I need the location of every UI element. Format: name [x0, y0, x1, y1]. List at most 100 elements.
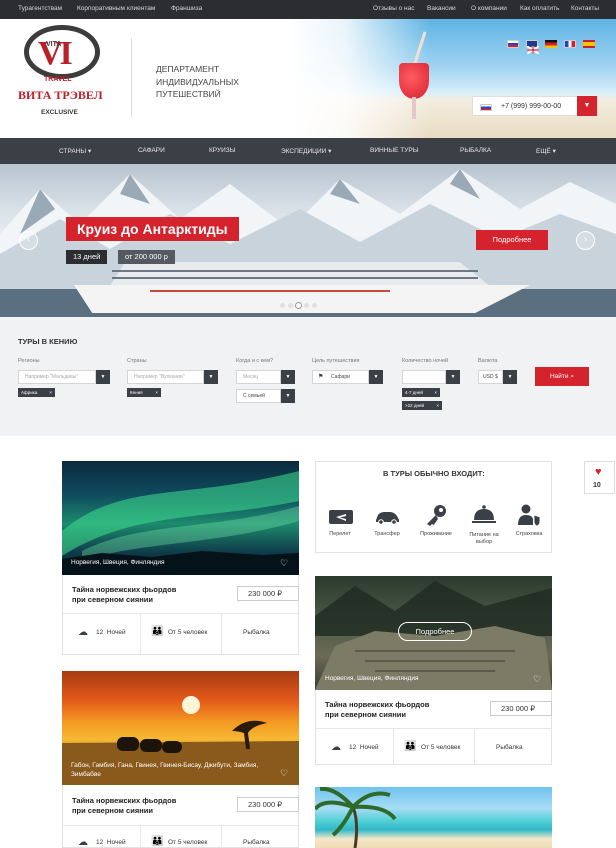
phone-flag-ru-icon	[480, 104, 492, 111]
topbar-link-corporate[interactable]: Корпоративным клиентам	[77, 5, 155, 12]
key-icon	[424, 503, 450, 526]
tour-nights: 12 Ночей	[349, 744, 379, 751]
tagline-line: ПУТЕШЕСТВИЙ	[156, 89, 221, 99]
card-divider	[63, 613, 298, 614]
nav-item-expeditions[interactable]: ЭКСПЕДИЦИИ ▾	[281, 147, 331, 155]
nav-item-more[interactable]: ЕЩЁ ▾	[536, 147, 556, 155]
currency-select[interactable]: USD $	[478, 370, 503, 384]
regions-input[interactable]: Например "Мальдивы"	[18, 370, 96, 384]
tour-title-line: при северном сиянии	[325, 710, 406, 719]
banner-details-button[interactable]: Подробнее	[476, 230, 548, 250]
cocktail-glass	[399, 63, 429, 99]
palm-graphic	[315, 787, 397, 848]
topbar-link-payment[interactable]: Как оплатить	[520, 5, 559, 12]
heart-icon: ♥	[595, 466, 602, 478]
tour-nights: 12 Ночей	[96, 839, 126, 846]
traveler-icon: ☁	[331, 742, 341, 753]
tour-title[interactable]: Тайна норвежских фьордов при северном сия…	[72, 796, 176, 816]
nav-item-safari[interactable]: САФАРИ	[138, 147, 165, 154]
heart-icon[interactable]: ♡	[280, 558, 290, 568]
tour-location: Норвегия, Швеция, Финляндия	[71, 559, 165, 566]
flag-ru-icon[interactable]	[507, 40, 519, 48]
tour-location: Норвегия, Швеция, Финляндия	[325, 675, 419, 682]
chevron-down-icon[interactable]: ▼	[204, 370, 218, 384]
ship-windows-row	[112, 270, 478, 272]
chevron-down-icon[interactable]: ▼	[96, 370, 110, 384]
banner-price-badge: от 200 000 р	[118, 250, 175, 264]
header-cocktail-photo	[290, 19, 616, 138]
nav-item-fishing[interactable]: РЫБАЛКА	[460, 147, 491, 154]
find-button-label: Найти	[549, 373, 569, 380]
countries-input[interactable]: Например "Вулкании"	[127, 370, 204, 384]
search-title: ТУРЫ В КЕНИЮ	[18, 337, 78, 346]
tour-title-line: Тайна норвежских фьордов	[72, 796, 177, 805]
tour-price: 230 000 ₽	[490, 701, 552, 716]
tour-details-button[interactable]: Подробнее	[398, 622, 472, 641]
topbar-link-vacancies[interactable]: Вакансии	[427, 5, 456, 12]
nights-tag-label: >22 дней	[405, 403, 425, 408]
logo-travel: TRAVEL	[44, 76, 72, 83]
people-icon: 👪	[151, 836, 164, 847]
food-cloche-icon	[471, 503, 497, 523]
region-tag[interactable]: Африка ×	[18, 388, 55, 397]
close-icon[interactable]: ×	[49, 388, 55, 397]
banner-title: Круиз до Антарктиды	[66, 217, 239, 241]
close-icon[interactable]: ×	[155, 388, 161, 397]
nights-tag-label: 4-7 дней	[405, 390, 423, 395]
companions-select[interactable]: С семьей	[236, 389, 281, 403]
topbar-link-reviews[interactable]: Отзывы о нас	[373, 5, 415, 12]
flag-fr-icon[interactable]	[564, 40, 576, 48]
tour-title-line: Тайна норвежских фьордов	[72, 585, 177, 594]
nav-item-cruises[interactable]: КРУИЗЫ	[209, 147, 235, 154]
card-divider	[140, 613, 141, 654]
find-button[interactable]: Найти ⌕	[535, 367, 589, 386]
country-tag[interactable]: Кения ×	[127, 388, 161, 397]
phone-number[interactable]: +7 (999) 999-00-00	[501, 103, 561, 110]
topbar-link-agencies[interactable]: Турагентствам	[18, 5, 62, 12]
month-select[interactable]: Месяц	[236, 370, 281, 384]
heart-icon[interactable]: ♡	[533, 674, 543, 684]
regions-label: Регионы	[18, 358, 40, 364]
nights-tag[interactable]: >22 дней ×	[402, 401, 442, 410]
tour-title[interactable]: Тайна норвежских фьордов при северном сия…	[72, 585, 176, 605]
slider-dot-active[interactable]	[296, 303, 301, 308]
chevron-down-icon[interactable]: ▼	[446, 370, 460, 384]
glass-stem	[412, 97, 416, 119]
logo-vita: VITA	[46, 41, 62, 48]
tagline: ДЕПАРТАМЕНТ ИНДИВИДУАЛЬНЫХ ПУТЕШЕСТВИЙ	[156, 63, 239, 101]
flag-es-icon[interactable]	[583, 40, 595, 48]
slider-dot[interactable]	[312, 303, 317, 308]
people-icon: 👪	[151, 626, 164, 637]
tour-people: От 5 человек	[421, 744, 461, 751]
nav-item-countries[interactable]: СТРАНЫ ▾	[59, 147, 91, 155]
countries-label: Страны	[127, 358, 147, 364]
nights-select[interactable]	[402, 370, 446, 384]
nav-item-wine-tours[interactable]: ВИННЫЕ ТУРЫ	[370, 147, 418, 154]
tour-nights-label: Ночей	[106, 629, 126, 636]
nights-tag[interactable]: 4-7 дней ×	[402, 388, 440, 397]
chevron-down-icon[interactable]: ▼	[369, 370, 383, 384]
chevron-down-icon[interactable]: ▼	[577, 96, 597, 116]
tour-title[interactable]: Тайна норвежских фьордов при северном сия…	[325, 700, 429, 720]
favorites-widget[interactable]: ♥ 10	[584, 461, 615, 494]
arrow-left-icon[interactable]: ‹	[19, 231, 38, 250]
heart-icon[interactable]: ♡	[280, 768, 290, 778]
topbar-link-contacts[interactable]: Контакты	[571, 5, 599, 12]
topbar-link-about[interactable]: О компании	[471, 5, 507, 12]
include-label: Страховка	[515, 531, 543, 537]
flag-en-icon[interactable]	[526, 40, 540, 55]
tour-price: 230 000 ₽	[237, 586, 299, 601]
flag-de-icon[interactable]	[545, 40, 557, 48]
chevron-down-icon[interactable]: ▼	[503, 370, 517, 384]
arrow-right-icon[interactable]: ›	[576, 231, 595, 250]
slider-dot[interactable]	[288, 303, 293, 308]
close-icon[interactable]: ×	[434, 388, 440, 397]
chevron-down-icon[interactable]: ▼	[281, 389, 295, 403]
slider-dot[interactable]	[280, 303, 285, 308]
tour-nights: 12 Ночей	[96, 629, 126, 636]
phone-selector[interactable]: +7 (999) 999-00-00 ▼	[472, 96, 598, 116]
slider-dot[interactable]	[304, 303, 309, 308]
close-icon[interactable]: ×	[436, 401, 442, 410]
topbar-link-franchise[interactable]: Франшиза	[171, 5, 202, 12]
chevron-down-icon[interactable]: ▼	[281, 370, 295, 384]
